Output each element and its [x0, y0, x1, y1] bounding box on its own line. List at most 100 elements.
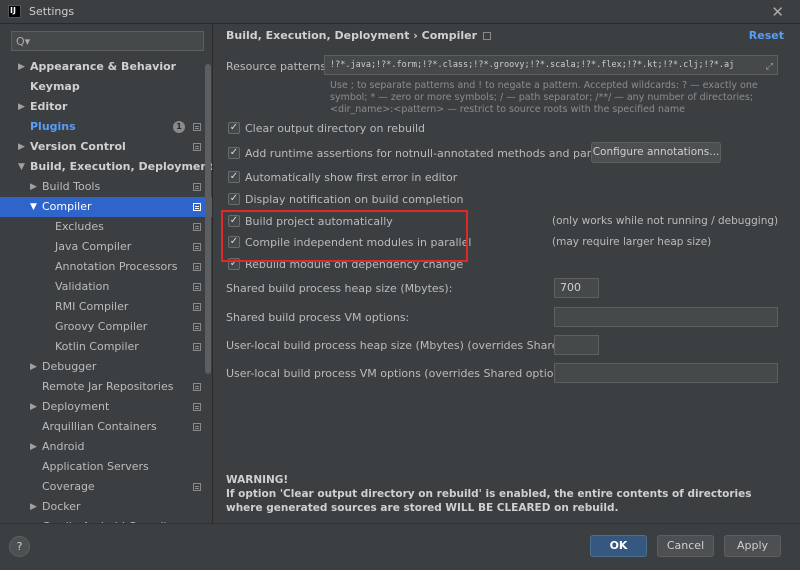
sidebar-item-label: Remote Jar Repositories: [42, 380, 174, 393]
expand-icon[interactable]: ⤢: [766, 58, 773, 74]
warning-message: WARNING! If option 'Clear output directo…: [226, 473, 786, 515]
sidebar-item-label: Debugger: [42, 360, 97, 373]
sidebar-item-validation[interactable]: Validation: [0, 277, 212, 297]
chevron-right-icon[interactable]: ▶: [30, 397, 37, 417]
project-scope-icon: [193, 263, 201, 271]
sidebar-scrollbar[interactable]: [205, 64, 211, 374]
vm-options-input[interactable]: [554, 307, 778, 327]
sidebar-item-kotlin-compiler[interactable]: Kotlin Compiler: [0, 337, 212, 357]
checkbox-row[interactable]: ✓ Display notification on build completio…: [228, 190, 464, 208]
sidebar-item-label: Excludes: [55, 220, 104, 233]
project-scope-icon: [193, 303, 201, 311]
ok-button[interactable]: OK: [590, 535, 647, 557]
heap-size-input[interactable]: [554, 335, 599, 355]
chevron-right-icon[interactable]: ▶: [18, 137, 25, 157]
chevron-right-icon[interactable]: ▶: [30, 177, 37, 197]
chevron-right-icon[interactable]: ▶: [30, 357, 37, 377]
resource-patterns-label: Resource patterns:: [226, 60, 330, 73]
project-scope-icon: [193, 283, 201, 291]
dialog-footer: ? OK Cancel Apply: [0, 523, 800, 570]
project-scope-icon: [193, 143, 201, 151]
close-icon[interactable]: ✕: [771, 3, 784, 21]
heap-size-input[interactable]: 700: [554, 278, 599, 298]
sidebar-item-arquillian-containers[interactable]: Arquillian Containers: [0, 417, 212, 437]
checkbox[interactable]: ✓: [228, 122, 240, 134]
checkbox[interactable]: ✓: [228, 171, 240, 183]
chevron-right-icon[interactable]: ▶: [30, 497, 37, 517]
sidebar-item-remote-jar-repositories[interactable]: Remote Jar Repositories: [0, 377, 212, 397]
sidebar-item-label: Java Compiler: [55, 240, 132, 253]
project-scope-icon: [193, 383, 201, 391]
sidebar-item-android[interactable]: ▶ Android: [0, 437, 212, 457]
sidebar-item-coverage[interactable]: Coverage: [0, 477, 212, 497]
project-scope-icon: [193, 203, 201, 211]
window-title: Settings: [29, 5, 75, 18]
field-label: Shared build process VM options:: [226, 311, 410, 324]
checkbox-label: Clear output directory on rebuild: [245, 121, 426, 135]
project-scope-icon: [193, 343, 201, 351]
checkbox[interactable]: ✓: [228, 193, 240, 205]
checkbox-label: Add runtime assertions for notnull-annot…: [245, 146, 637, 160]
chevron-right-icon[interactable]: ▶: [18, 57, 25, 77]
checkbox-row[interactable]: ✓ Add runtime assertions for notnull-anno…: [228, 144, 637, 162]
checkbox-label: Automatically show first error in editor: [245, 170, 458, 184]
checkbox-row[interactable]: ✓ Clear output directory on rebuild: [228, 119, 425, 137]
breadcrumb-text: Build, Execution, Deployment › Compiler: [226, 29, 478, 42]
configure-annotations-button[interactable]: Configure annotations...: [591, 142, 721, 163]
sidebar-item-label: Plugins: [30, 120, 76, 133]
sidebar-item-label: Compiler: [42, 200, 92, 213]
sidebar-item-editor[interactable]: ▶ Editor: [0, 97, 212, 117]
project-scope-icon: [193, 123, 201, 131]
field-label: Shared build process heap size (Mbytes):: [226, 282, 453, 295]
sidebar-item-label: Arquillian Containers: [42, 420, 157, 433]
search-input[interactable]: Q▾: [11, 31, 204, 51]
chevron-right-icon[interactable]: ▶: [30, 437, 37, 457]
sidebar-item-debugger[interactable]: ▶ Debugger: [0, 357, 212, 377]
project-scope-icon: [193, 423, 201, 431]
vm-options-input[interactable]: [554, 363, 778, 383]
apply-button[interactable]: Apply: [724, 535, 781, 557]
sidebar-item-label: Keymap: [30, 80, 80, 93]
settings-tree: ▶ Appearance & Behavior Keymap ▶ Editor Plugi…: [0, 57, 212, 523]
sidebar-item-plugins[interactable]: Plugins 1: [0, 117, 212, 137]
sidebar-item-docker[interactable]: ▶ Docker: [0, 497, 212, 517]
sidebar-item-appearance-behavior[interactable]: ▶ Appearance & Behavior: [0, 57, 212, 77]
sidebar-item-label: Appearance & Behavior: [30, 60, 177, 73]
sidebar-item-label: Application Servers: [42, 460, 149, 473]
checkbox-row[interactable]: ✓ Automatically show first error in edito…: [228, 168, 457, 186]
update-count-badge: 1: [173, 121, 185, 133]
reset-link[interactable]: Reset: [749, 29, 784, 42]
sidebar-item-compiler[interactable]: ▼ Compiler: [0, 197, 212, 217]
sidebar-item-excludes[interactable]: Excludes: [0, 217, 212, 237]
chevron-down-icon[interactable]: ▼: [18, 157, 25, 177]
sidebar-item-version-control[interactable]: ▶ Version Control: [0, 137, 212, 157]
field-label: User-local build process heap size (Mbyt…: [226, 339, 599, 352]
sidebar-item-java-compiler[interactable]: Java Compiler: [0, 237, 212, 257]
sidebar-item-build-tools[interactable]: ▶ Build Tools: [0, 177, 212, 197]
chevron-down-icon[interactable]: ▼: [30, 197, 37, 217]
resource-patterns-value: !?*.java;!?*.form;!?*.class;!?*.groovy;!…: [330, 60, 735, 70]
compiler-settings-panel: Build, Execution, Deployment › Compiler …: [214, 24, 800, 523]
project-scope-icon: [193, 243, 201, 251]
project-scope-icon: [193, 323, 201, 331]
sidebar-item-annotation-processors[interactable]: Annotation Processors: [0, 257, 212, 277]
chevron-right-icon[interactable]: ▶: [18, 97, 25, 117]
sidebar-item-rmi-compiler[interactable]: RMI Compiler: [0, 297, 212, 317]
sidebar-item-deployment[interactable]: ▶ Deployment: [0, 397, 212, 417]
settings-sidebar: Q▾ ▶ Appearance & Behavior Keymap ▶ Editor Pl…: [0, 24, 213, 523]
sidebar-item-build-execution-deployment[interactable]: ▼ Build, Execution, Deployment: [0, 157, 212, 177]
checkbox[interactable]: ✓: [228, 147, 240, 159]
warning-title: WARNING!: [226, 474, 289, 486]
sidebar-item-label: Editor: [30, 100, 68, 113]
sidebar-item-label: RMI Compiler: [55, 300, 129, 313]
help-button[interactable]: ?: [9, 536, 30, 557]
cancel-button[interactable]: Cancel: [657, 535, 714, 557]
sidebar-item-label: Build Tools: [42, 180, 101, 193]
sidebar-item-label: Deployment: [42, 400, 110, 413]
sidebar-item-label: Android: [42, 440, 85, 453]
resource-patterns-input[interactable]: !?*.java;!?*.form;!?*.class;!?*.groovy;!…: [324, 55, 778, 75]
sidebar-item-application-servers[interactable]: Application Servers: [0, 457, 212, 477]
resource-patterns-hint: Use ; to separate patterns and ! to nega…: [330, 80, 758, 115]
sidebar-item-groovy-compiler[interactable]: Groovy Compiler: [0, 317, 212, 337]
sidebar-item-keymap[interactable]: Keymap: [0, 77, 212, 97]
